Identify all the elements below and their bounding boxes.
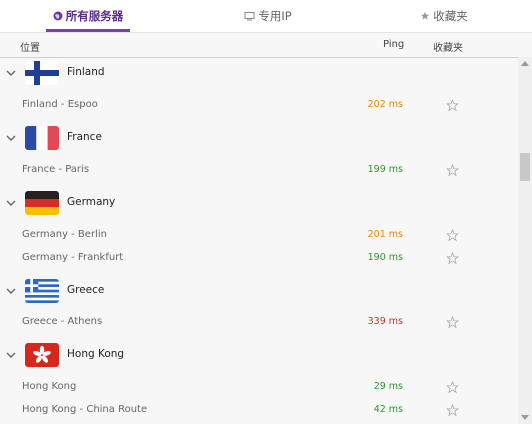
server-ping: 199 ms	[367, 164, 403, 175]
server-row[interactable]: Finland - Espoo 202 ms	[0, 95, 518, 117]
favorite-star-icon[interactable]	[446, 99, 459, 112]
country-row-france[interactable]: France	[0, 122, 518, 154]
server-row[interactable]: Germany - Frankfurt 190 ms	[0, 248, 518, 270]
scroll-up-arrow-icon[interactable]	[518, 57, 532, 69]
star-icon	[420, 11, 430, 21]
chevron-down-icon[interactable]	[5, 349, 17, 361]
favorite-star-icon[interactable]	[446, 404, 459, 417]
server-ping: 42 ms	[373, 404, 403, 415]
globe-icon	[53, 11, 63, 21]
tab-bar: 所有服务器 专用IP 收藏夹	[0, 0, 532, 32]
server-row[interactable]: Hong Kong 29 ms	[0, 377, 518, 399]
server-ping: 201 ms	[367, 229, 403, 240]
server-ping: 29 ms	[373, 381, 403, 392]
server-row[interactable]: Germany - Berlin 201 ms	[0, 225, 518, 247]
greece-flag-icon	[25, 279, 59, 303]
tab-all-servers-label: 所有服务器	[65, 9, 124, 23]
server-name: Germany - Frankfurt	[22, 252, 124, 263]
monitor-icon	[244, 11, 255, 21]
tab-dedicated-ip-label: 专用IP	[258, 9, 292, 23]
chevron-down-icon[interactable]	[5, 67, 17, 79]
server-ping: 339 ms	[367, 316, 403, 327]
country-name: Hong Kong	[67, 348, 125, 360]
server-name: Greece - Athens	[22, 316, 103, 327]
location-column-header: 位置	[20, 43, 40, 54]
chevron-down-icon[interactable]	[5, 132, 17, 144]
server-ping: 202 ms	[367, 99, 403, 110]
favorite-star-icon[interactable]	[446, 229, 459, 242]
server-row[interactable]: Hong Kong - China Route 42 ms	[0, 400, 518, 422]
scroll-down-arrow-icon[interactable]	[518, 412, 532, 424]
country-name: Germany	[67, 196, 116, 208]
favorites-column-header: 收藏夹	[433, 43, 463, 54]
country-row-germany[interactable]: Germany	[0, 187, 518, 219]
tab-favorites-label: 收藏夹	[433, 9, 468, 23]
server-row[interactable]: Greece - Athens 339 ms	[0, 312, 518, 334]
ping-column-header: Ping	[383, 39, 405, 50]
tab-favorites[interactable]: 收藏夹	[414, 0, 474, 32]
chevron-down-icon[interactable]	[5, 285, 17, 297]
server-name: Finland - Espoo	[22, 99, 98, 110]
germany-flag-icon	[25, 191, 59, 215]
server-row[interactable]: France - Paris 199 ms	[0, 160, 518, 182]
chevron-down-icon[interactable]	[5, 197, 17, 209]
favorite-star-icon[interactable]	[446, 381, 459, 394]
server-name: France - Paris	[22, 164, 90, 175]
country-name: Greece	[67, 284, 105, 296]
hong-kong-flag-icon	[25, 343, 59, 367]
column-header: 位置 Ping 收藏夹	[0, 32, 532, 58]
country-name: Finland	[67, 66, 105, 78]
country-row-greece[interactable]: Greece	[0, 275, 518, 307]
favorite-star-icon[interactable]	[446, 164, 459, 177]
favorite-star-icon[interactable]	[446, 316, 459, 329]
server-name: Germany - Berlin	[22, 229, 107, 240]
france-flag-icon	[25, 126, 59, 150]
scrollbar-thumb[interactable]	[520, 153, 530, 181]
tab-all-servers[interactable]: 所有服务器	[46, 0, 130, 32]
server-list: Finland Finland - Espoo 202 ms France Fr…	[0, 57, 518, 424]
country-name: France	[67, 131, 102, 143]
server-name: Hong Kong - China Route	[22, 404, 148, 415]
country-row-finland[interactable]: Finland	[0, 57, 518, 89]
tab-dedicated-ip[interactable]: 专用IP	[236, 0, 300, 32]
country-row-hong-kong[interactable]: Hong Kong	[0, 339, 518, 371]
favorite-star-icon[interactable]	[446, 252, 459, 265]
vertical-scrollbar[interactable]	[518, 57, 532, 424]
server-ping: 190 ms	[367, 252, 403, 263]
finland-flag-icon	[25, 61, 59, 85]
server-name: Hong Kong	[22, 381, 77, 392]
